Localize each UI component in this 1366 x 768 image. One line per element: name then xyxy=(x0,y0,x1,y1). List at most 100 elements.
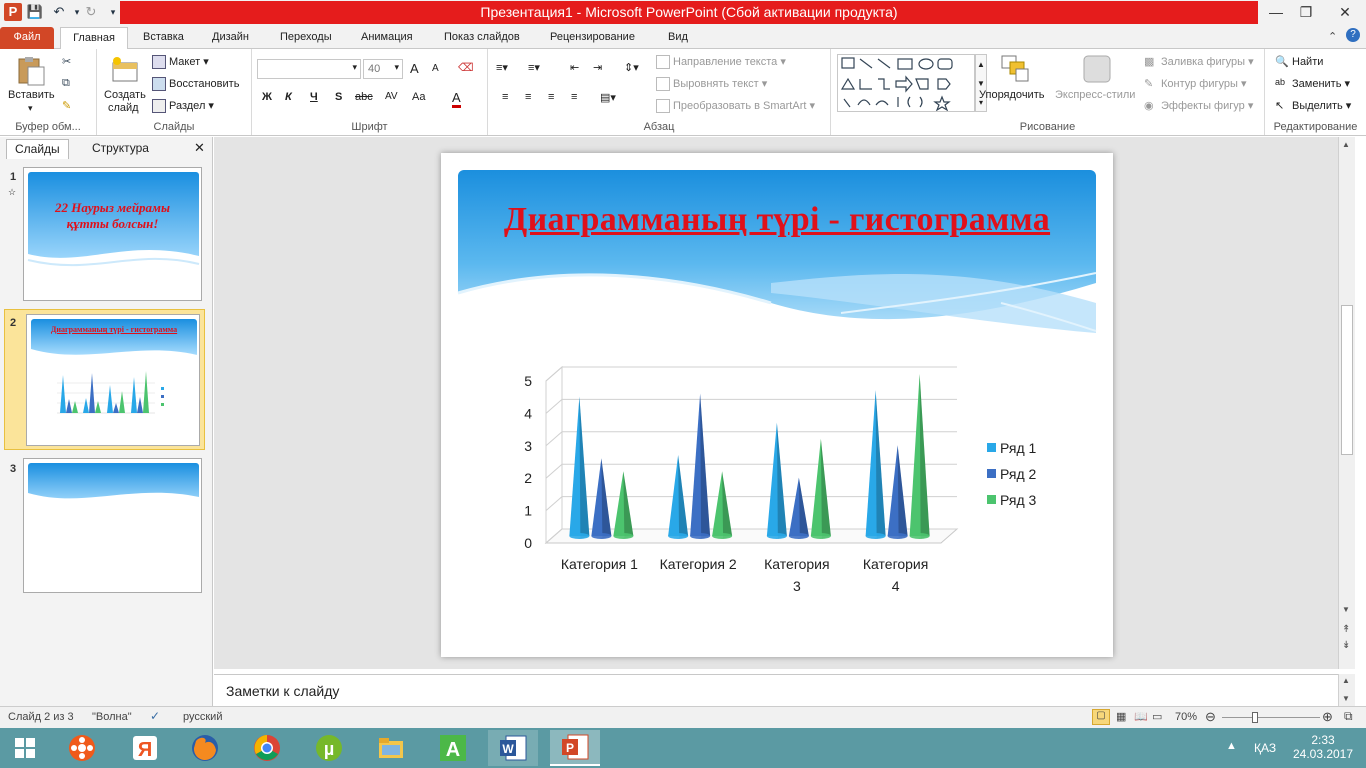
notes-scrollbar[interactable]: ▲ ▼ xyxy=(1338,674,1355,706)
zoom-level[interactable]: 70% xyxy=(1175,711,1197,723)
underline-button[interactable]: Ч xyxy=(310,91,318,103)
quick-styles-icon[interactable] xyxy=(1081,53,1113,85)
language-label[interactable]: русский xyxy=(183,711,222,723)
align-text-button[interactable]: Выровнять текст ▾ xyxy=(656,77,767,92)
select-button[interactable]: ↖ Выделить ▾ xyxy=(1275,99,1351,113)
slide-thumbnail-3[interactable] xyxy=(23,458,202,593)
new-slide-icon[interactable] xyxy=(109,55,141,87)
media-player-icon[interactable] xyxy=(57,730,107,766)
firefox-icon[interactable] xyxy=(180,730,230,766)
normal-view-icon[interactable]: ▢ xyxy=(1092,709,1110,725)
close-icon[interactable]: ✕ xyxy=(1324,0,1366,24)
arrange-button[interactable]: Упорядочить xyxy=(979,89,1044,101)
slide-thumbnail-2[interactable]: Диаграмманың түрі - гистограмма xyxy=(26,314,200,446)
shapes-gallery[interactable] xyxy=(837,54,975,112)
bold-button[interactable]: Ж xyxy=(262,91,272,103)
collapse-ribbon-icon[interactable]: ⌃ xyxy=(1328,30,1337,43)
reset-button[interactable]: Восстановить xyxy=(152,77,239,91)
powerpoint-logo-icon[interactable]: P xyxy=(4,3,22,21)
slide-thumbnail-1[interactable]: 22 Наурыз мейрамы құтты болсын! xyxy=(23,167,202,301)
cut-icon[interactable]: ✂ xyxy=(62,55,71,68)
next-slide-icon[interactable]: ↡ xyxy=(1342,640,1350,651)
section-button[interactable]: Раздел ▾ xyxy=(152,99,214,114)
shape-outline-button[interactable]: ✎ Контур фигуры ▾ xyxy=(1144,77,1247,91)
slide-canvas[interactable]: Диаграмманың түрі - гистограмма 0 1 2 3 4 5 Ка… xyxy=(441,153,1113,657)
tab-outline[interactable]: Структура xyxy=(84,139,157,159)
text-direction-button[interactable]: Направление текста ▾ xyxy=(656,55,786,70)
scroll-down-icon[interactable]: ▼ xyxy=(1342,605,1350,614)
change-case-button[interactable]: Aa xyxy=(412,91,425,103)
file-explorer-icon[interactable] xyxy=(366,730,416,766)
redo-icon[interactable]: ↻ xyxy=(82,3,100,21)
fit-to-window-icon[interactable]: ⧉ xyxy=(1344,709,1353,724)
font-color-button[interactable]: A xyxy=(452,90,461,108)
powerpoint-taskbar-icon[interactable]: P xyxy=(550,730,600,766)
justify-icon[interactable]: ≡ xyxy=(571,91,577,103)
new-slide-label[interactable]: Создать xyxy=(104,89,146,101)
app-a-icon[interactable]: A xyxy=(428,730,478,766)
tab-slideshow[interactable]: Показ слайдов xyxy=(438,27,526,49)
reading-view-icon[interactable]: 📖 xyxy=(1134,710,1148,723)
layout-button[interactable]: Макет ▾ xyxy=(152,55,209,70)
shapes-gallery-scroll[interactable]: ▲ ▼ ▾ xyxy=(975,54,987,112)
tab-review[interactable]: Рецензирование xyxy=(544,27,641,49)
find-button[interactable]: 🔍 Найти xyxy=(1275,55,1323,69)
slide-sorter-icon[interactable]: ▦ xyxy=(1116,710,1126,723)
vertical-scrollbar[interactable]: ▲ ▼ ↟ ↡ xyxy=(1338,137,1355,669)
tab-insert[interactable]: Вставка xyxy=(137,27,190,49)
shape-effects-button[interactable]: ◉ Эффекты фигур ▾ xyxy=(1144,99,1253,113)
undo-icon[interactable]: ↶ xyxy=(50,3,68,21)
scroll-up-icon[interactable]: ▲ xyxy=(1342,140,1350,149)
grow-font-icon[interactable]: A xyxy=(410,61,419,76)
decrease-indent-icon[interactable]: ⇤ xyxy=(570,61,579,74)
chart[interactable]: 0 1 2 3 4 5 Категория 1 Категория 2 Категория 3 Ка… xyxy=(441,153,1113,657)
slideshow-view-icon[interactable]: ▭ xyxy=(1152,710,1162,723)
italic-button[interactable]: К xyxy=(285,91,292,103)
scroll-thumb[interactable] xyxy=(1341,305,1353,455)
paste-button[interactable]: Вставить xyxy=(8,89,55,101)
paste-dropdown-icon[interactable]: ▾ xyxy=(28,103,33,114)
copy-icon[interactable]: ⧉ xyxy=(62,77,70,90)
quick-styles-button[interactable]: Экспресс-стили xyxy=(1055,89,1135,101)
shrink-font-icon[interactable]: A xyxy=(432,63,439,74)
start-button[interactable] xyxy=(0,730,50,766)
tab-slides[interactable]: Слайды xyxy=(6,139,69,159)
tab-home[interactable]: Главная xyxy=(60,27,128,49)
align-right-icon[interactable]: ≡ xyxy=(548,91,554,103)
paste-icon[interactable] xyxy=(15,55,47,87)
previous-slide-icon[interactable]: ↟ xyxy=(1342,624,1350,635)
tab-transitions[interactable]: Переходы xyxy=(274,27,338,49)
numbering-icon[interactable]: ≡▾ xyxy=(528,61,540,74)
format-painter-icon[interactable]: ✎ xyxy=(62,99,71,112)
zoom-slider[interactable] xyxy=(1222,717,1320,718)
replace-button[interactable]: ab Заменить ▾ xyxy=(1275,77,1350,91)
clear-format-icon[interactable]: ⌫ xyxy=(458,61,474,74)
yandex-browser-icon[interactable]: Я xyxy=(120,730,170,766)
strikethrough-button[interactable]: abc xyxy=(355,91,373,103)
zoom-slider-thumb[interactable] xyxy=(1252,712,1258,723)
zoom-in-icon[interactable]: ⊕ xyxy=(1322,709,1333,725)
columns-icon[interactable]: ▤▾ xyxy=(600,91,616,104)
char-spacing-button[interactable]: AV xyxy=(385,91,398,102)
arrange-icon[interactable] xyxy=(999,53,1031,85)
tab-file[interactable]: Файл xyxy=(0,27,54,49)
zoom-out-icon[interactable]: ⊖ xyxy=(1205,709,1216,725)
notes-pane[interactable]: Заметки к слайду xyxy=(214,674,1338,706)
utorrent-icon[interactable]: µ xyxy=(304,730,354,766)
font-size-select[interactable]: 40 ▾ xyxy=(363,59,403,79)
tab-design[interactable]: Дизайн xyxy=(206,27,255,49)
notes-placeholder[interactable]: Заметки к слайду xyxy=(226,683,339,699)
shape-fill-button[interactable]: ▩ Заливка фигуры ▾ xyxy=(1144,55,1254,69)
convert-smartart-button[interactable]: Преобразовать в SmartArt ▾ xyxy=(656,99,815,114)
restore-icon[interactable]: ❐ xyxy=(1288,0,1324,24)
align-center-icon[interactable]: ≡ xyxy=(525,91,531,103)
font-family-select[interactable]: ▾ xyxy=(257,59,361,79)
bullets-icon[interactable]: ≡▾ xyxy=(496,61,508,74)
tray-expand-icon[interactable]: ▲ xyxy=(1226,740,1237,752)
close-panel-icon[interactable]: ✕ xyxy=(194,140,205,156)
chrome-icon[interactable] xyxy=(242,730,292,766)
clock[interactable]: 2:33 24.03.2017 xyxy=(1292,733,1354,761)
help-icon[interactable]: ? xyxy=(1346,28,1360,42)
tab-animation[interactable]: Анимация xyxy=(355,27,419,49)
input-language[interactable]: ҚАЗ xyxy=(1254,741,1276,755)
